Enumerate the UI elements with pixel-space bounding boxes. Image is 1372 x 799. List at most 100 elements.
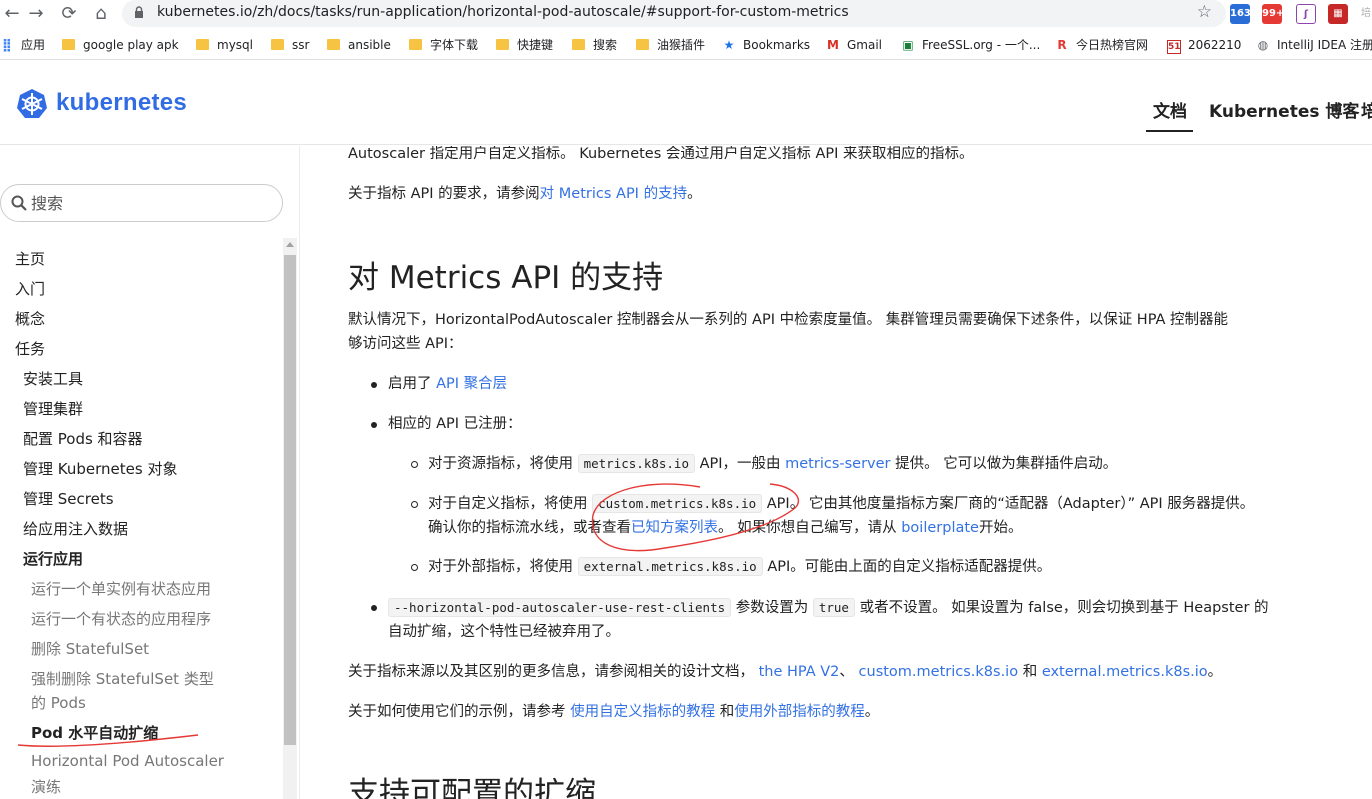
sidebar-item-administer-cluster[interactable]: 管理集群 xyxy=(23,398,83,419)
bookmark-search[interactable]: 搜索 xyxy=(572,36,617,54)
bullet xyxy=(371,422,377,428)
url-text: kubernetes.io/zh/docs/tasks/run-applicat… xyxy=(157,4,849,20)
external-metrics-doc-link[interactable]: external.metrics.k8s.io xyxy=(1042,664,1208,680)
intro-line: Autoscaler 指定用户自定义指标。 Kubernetes 会通过用户自定… xyxy=(348,146,974,162)
metrics-requirement-paragraph: 关于指标 API 的要求，请参阅对 Metrics API 的支持。 xyxy=(348,186,702,202)
bookmark-star-icon[interactable]: ☆ xyxy=(1197,2,1212,22)
docs-sidebar: 主页 入门 概念 任务 安装工具 管理集群 配置 Pods 和容器 管理 Kub… xyxy=(0,146,300,799)
bullet-api-registered: 相应的 API 已注册： xyxy=(388,416,522,432)
sidebar-item-concepts[interactable]: 概念 xyxy=(15,308,45,329)
sidebar-item-run-application[interactable]: 运行应用 xyxy=(23,548,83,569)
folder-icon xyxy=(327,39,340,50)
url-path: /zh/docs/tasks/run-application/horizonta… xyxy=(252,4,849,20)
para1-line1: 默认情况下，HorizontalPodAutoscaler 控制器会从一系列的 … xyxy=(348,312,1229,328)
sub-bullet-external-metrics: 对于外部指标，将使用 external.metrics.k8s.io API。可… xyxy=(428,557,1052,576)
sidebar-item-delete-statefulset[interactable]: 删除 StatefulSet xyxy=(31,638,149,659)
metrics-server-link[interactable]: metrics-server xyxy=(785,456,890,472)
bookmark-font-download[interactable]: 字体下载 xyxy=(409,36,478,54)
known-solutions-link[interactable]: 已知方案列表 xyxy=(631,520,718,536)
code-true: true xyxy=(812,598,855,617)
usage-paragraph: 关于如何使用它们的示例，请参考 使用自定义指标的教程 和使用外部指标的教程。 xyxy=(348,704,880,720)
sidebar-item-install-tools[interactable]: 安装工具 xyxy=(23,368,83,389)
sidebar-item-force-delete-statefulset-cont[interactable]: 的 Pods xyxy=(31,692,86,713)
lock-icon: ▣ xyxy=(902,38,914,52)
nav-training[interactable]: 培 xyxy=(1361,97,1372,122)
url-host: kubernetes.io xyxy=(157,4,253,20)
51-logo-icon: 51 xyxy=(1167,40,1181,54)
bookmark-tampermonkey[interactable]: 油猴插件 xyxy=(636,36,705,54)
sidebar-item-hpa-walkthrough-cont[interactable]: 演练 xyxy=(31,776,61,797)
nav-docs[interactable]: 文档 xyxy=(1153,97,1187,122)
bookmark-freessl[interactable]: ▣ FreeSSL.org - 一个... xyxy=(901,36,1040,54)
bullet-aggregation-layer: 启用了 API 聚合层 xyxy=(388,376,508,392)
sidebar-item-single-instance-stateful[interactable]: 运行一个单实例有状态应用 xyxy=(31,578,211,599)
sub-bullet-custom-metrics-line2: 确认你的指标流水线，或者查看已知方案列表。 如果你想自己编写，请从 boiler… xyxy=(428,520,1023,536)
bookmark-ssr[interactable]: ssr xyxy=(271,36,309,54)
bookmark-intellij[interactable]: ◍ IntelliJ IDEA 注册 xyxy=(1256,36,1372,54)
sidebar-item-manage-secrets[interactable]: 管理 Secrets xyxy=(23,488,114,509)
more-info-paragraph: 关于指标来源以及其区别的更多信息，请参阅相关的设计文档， the HPA V2、… xyxy=(348,664,1223,680)
metrics-api-support-link[interactable]: 对 Metrics API 的支持 xyxy=(540,186,687,202)
code-external-metrics-k8s-io: external.metrics.k8s.io xyxy=(577,557,763,576)
grid-extension-icon[interactable]: ▦ xyxy=(1328,4,1348,24)
sidebar-item-getting-started[interactable]: 入门 xyxy=(15,278,45,299)
sub-bullet-resource-metrics: 对于资源指标，将使用 metrics.k8s.io API，一般由 metric… xyxy=(428,454,1118,473)
star-icon: ★ xyxy=(723,38,735,52)
scrollbar-thumb[interactable] xyxy=(284,255,296,745)
kubernetes-wheel-icon xyxy=(17,89,47,118)
site-header: kubernetes 文档 Kubernetes 博客 培 xyxy=(0,61,1372,145)
forward-icon[interactable]: → xyxy=(24,2,48,26)
bookmark-mysql[interactable]: mysql xyxy=(196,36,253,54)
folder-icon xyxy=(572,39,585,50)
browser-toolbar: ← → ⟳ ⌂ kubernetes.io/zh/docs/tasks/run-… xyxy=(0,0,1372,28)
extension-overflow-icon[interactable]: 培 xyxy=(1356,4,1372,24)
search-field[interactable] xyxy=(0,184,283,222)
sidebar-item-hpa[interactable]: Pod 水平自动扩缩 xyxy=(31,722,158,743)
sidebar-item-configure-pods[interactable]: 配置 Pods 和容器 xyxy=(23,428,143,449)
bookmark-shortcuts[interactable]: 快捷键 xyxy=(496,36,553,54)
bookmark-ansible[interactable]: ansible xyxy=(327,36,391,54)
bookmark-apps[interactable]: ⣿ 应用 xyxy=(0,36,45,54)
bullet xyxy=(371,382,377,388)
back-icon[interactable]: ← xyxy=(0,2,24,26)
code-custom-metrics-k8s-io: custom.metrics.k8s.io xyxy=(592,494,763,513)
notification-icon[interactable]: 99+ xyxy=(1262,4,1284,24)
search-input[interactable] xyxy=(31,192,271,214)
sidebar-item-inject-data[interactable]: 给应用注入数据 xyxy=(23,518,128,539)
reload-icon[interactable]: ⟳ xyxy=(57,2,81,26)
sidebar-item-tasks[interactable]: 任务 xyxy=(15,338,45,359)
logo-text: kubernetes xyxy=(56,89,188,116)
sub-bullet xyxy=(411,564,418,571)
bookmark-google-play-apk[interactable]: google play apk xyxy=(62,36,179,54)
folder-icon xyxy=(196,39,209,50)
api-aggregation-link[interactable]: API 聚合层 xyxy=(436,376,507,392)
sidebar-scrollbar[interactable] xyxy=(283,238,297,799)
folder-icon xyxy=(271,39,284,50)
main-content: Autoscaler 指定用户自定义指标。 Kubernetes 会通过用户自定… xyxy=(300,146,1372,799)
boilerplate-link[interactable]: boilerplate xyxy=(901,520,979,536)
sidebar-item-manage-objects[interactable]: 管理 Kubernetes 对象 xyxy=(23,458,177,479)
heading-metrics-api-support: 对 Metrics API 的支持 xyxy=(348,260,664,296)
custom-metrics-tutorial-link[interactable]: 使用自定义指标的教程 xyxy=(570,704,715,720)
search-icon xyxy=(11,195,27,211)
bookmark-gmail[interactable]: M Gmail xyxy=(826,36,882,54)
apps-icon: ⣿ xyxy=(1,38,13,53)
home-icon[interactable]: ⌂ xyxy=(89,2,113,26)
bookmark-2062210[interactable]: 51 2062210 xyxy=(1167,36,1241,54)
external-metrics-tutorial-link[interactable]: 使用外部指标的教程 xyxy=(734,704,865,720)
script-extension-icon[interactable]: ʃ xyxy=(1296,4,1316,24)
nav-blog[interactable]: Kubernetes 博客 xyxy=(1209,97,1359,122)
lock-icon xyxy=(135,6,143,18)
address-bar[interactable]: kubernetes.io/zh/docs/tasks/run-applicat… xyxy=(122,0,1226,27)
sidebar-item-hpa-walkthrough[interactable]: Horizontal Pod Autoscaler xyxy=(31,752,224,770)
scroll-up-arrow-icon[interactable] xyxy=(286,242,294,247)
sidebar-item-replicated-stateful[interactable]: 运行一个有状态的应用程序 xyxy=(31,608,211,629)
mail-163-icon[interactable]: 163 xyxy=(1230,4,1251,24)
sidebar-item-force-delete-statefulset[interactable]: 强制删除 StatefulSet 类型 xyxy=(31,668,214,689)
hpa-v2-link[interactable]: the HPA V2 xyxy=(759,664,840,680)
para1-line2: 够访问这些 API： xyxy=(348,336,463,352)
custom-metrics-doc-link[interactable]: custom.metrics.k8s.io xyxy=(859,664,1019,680)
bookmark-tophub[interactable]: R 今日热榜官网 xyxy=(1055,36,1148,54)
bookmark-bookmarks[interactable]: ★ Bookmarks xyxy=(722,36,810,54)
sidebar-item-home[interactable]: 主页 xyxy=(15,248,45,269)
